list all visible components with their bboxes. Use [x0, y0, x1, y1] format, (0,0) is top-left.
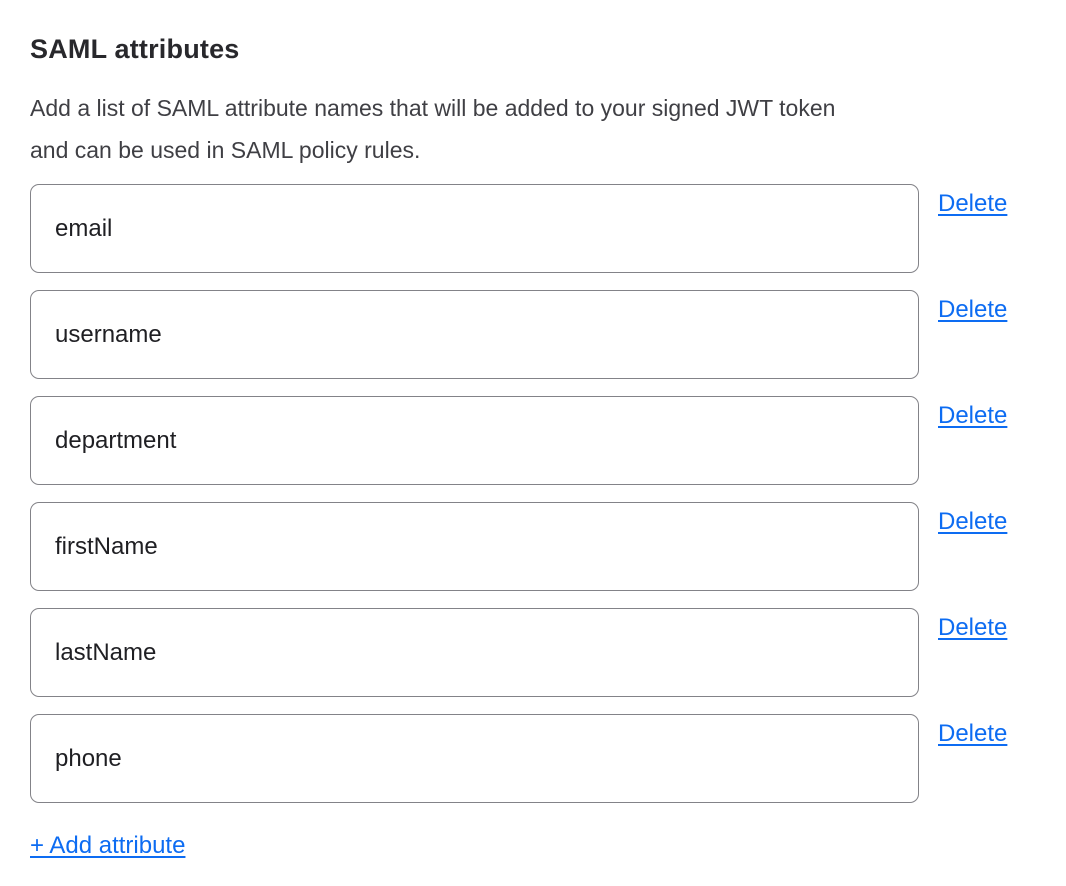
- add-attribute-link[interactable]: + Add attribute: [30, 832, 185, 859]
- attribute-input-username[interactable]: [30, 290, 919, 379]
- delete-link[interactable]: Delete: [938, 402, 1007, 430]
- section-description-line2: and can be used in SAML policy rules.: [30, 129, 1036, 171]
- attribute-row: Delete: [30, 396, 1036, 485]
- attribute-input-email[interactable]: [30, 184, 919, 273]
- attribute-input-lastname[interactable]: [30, 608, 919, 697]
- attribute-input-department[interactable]: [30, 396, 919, 485]
- delete-link[interactable]: Delete: [938, 190, 1007, 218]
- attribute-row: Delete: [30, 502, 1036, 591]
- delete-link[interactable]: Delete: [938, 614, 1007, 642]
- attribute-row: Delete: [30, 714, 1036, 803]
- section-description-line1: Add a list of SAML attribute names that …: [30, 87, 1036, 129]
- attribute-input-firstname[interactable]: [30, 502, 919, 591]
- delete-link[interactable]: Delete: [938, 296, 1007, 324]
- add-attribute-row: + Add attribute: [30, 832, 1036, 860]
- attribute-list: Delete Delete Delete Delete Delete Delet…: [30, 184, 1036, 803]
- attribute-row: Delete: [30, 290, 1036, 379]
- attribute-input-phone[interactable]: [30, 714, 919, 803]
- attribute-row: Delete: [30, 184, 1036, 273]
- section-description: Add a list of SAML attribute names that …: [30, 87, 1036, 171]
- delete-link[interactable]: Delete: [938, 720, 1007, 748]
- attribute-row: Delete: [30, 608, 1036, 697]
- delete-link[interactable]: Delete: [938, 508, 1007, 536]
- page-title: SAML attributes: [30, 34, 1036, 65]
- saml-attributes-section: SAML attributes Add a list of SAML attri…: [0, 0, 1066, 886]
